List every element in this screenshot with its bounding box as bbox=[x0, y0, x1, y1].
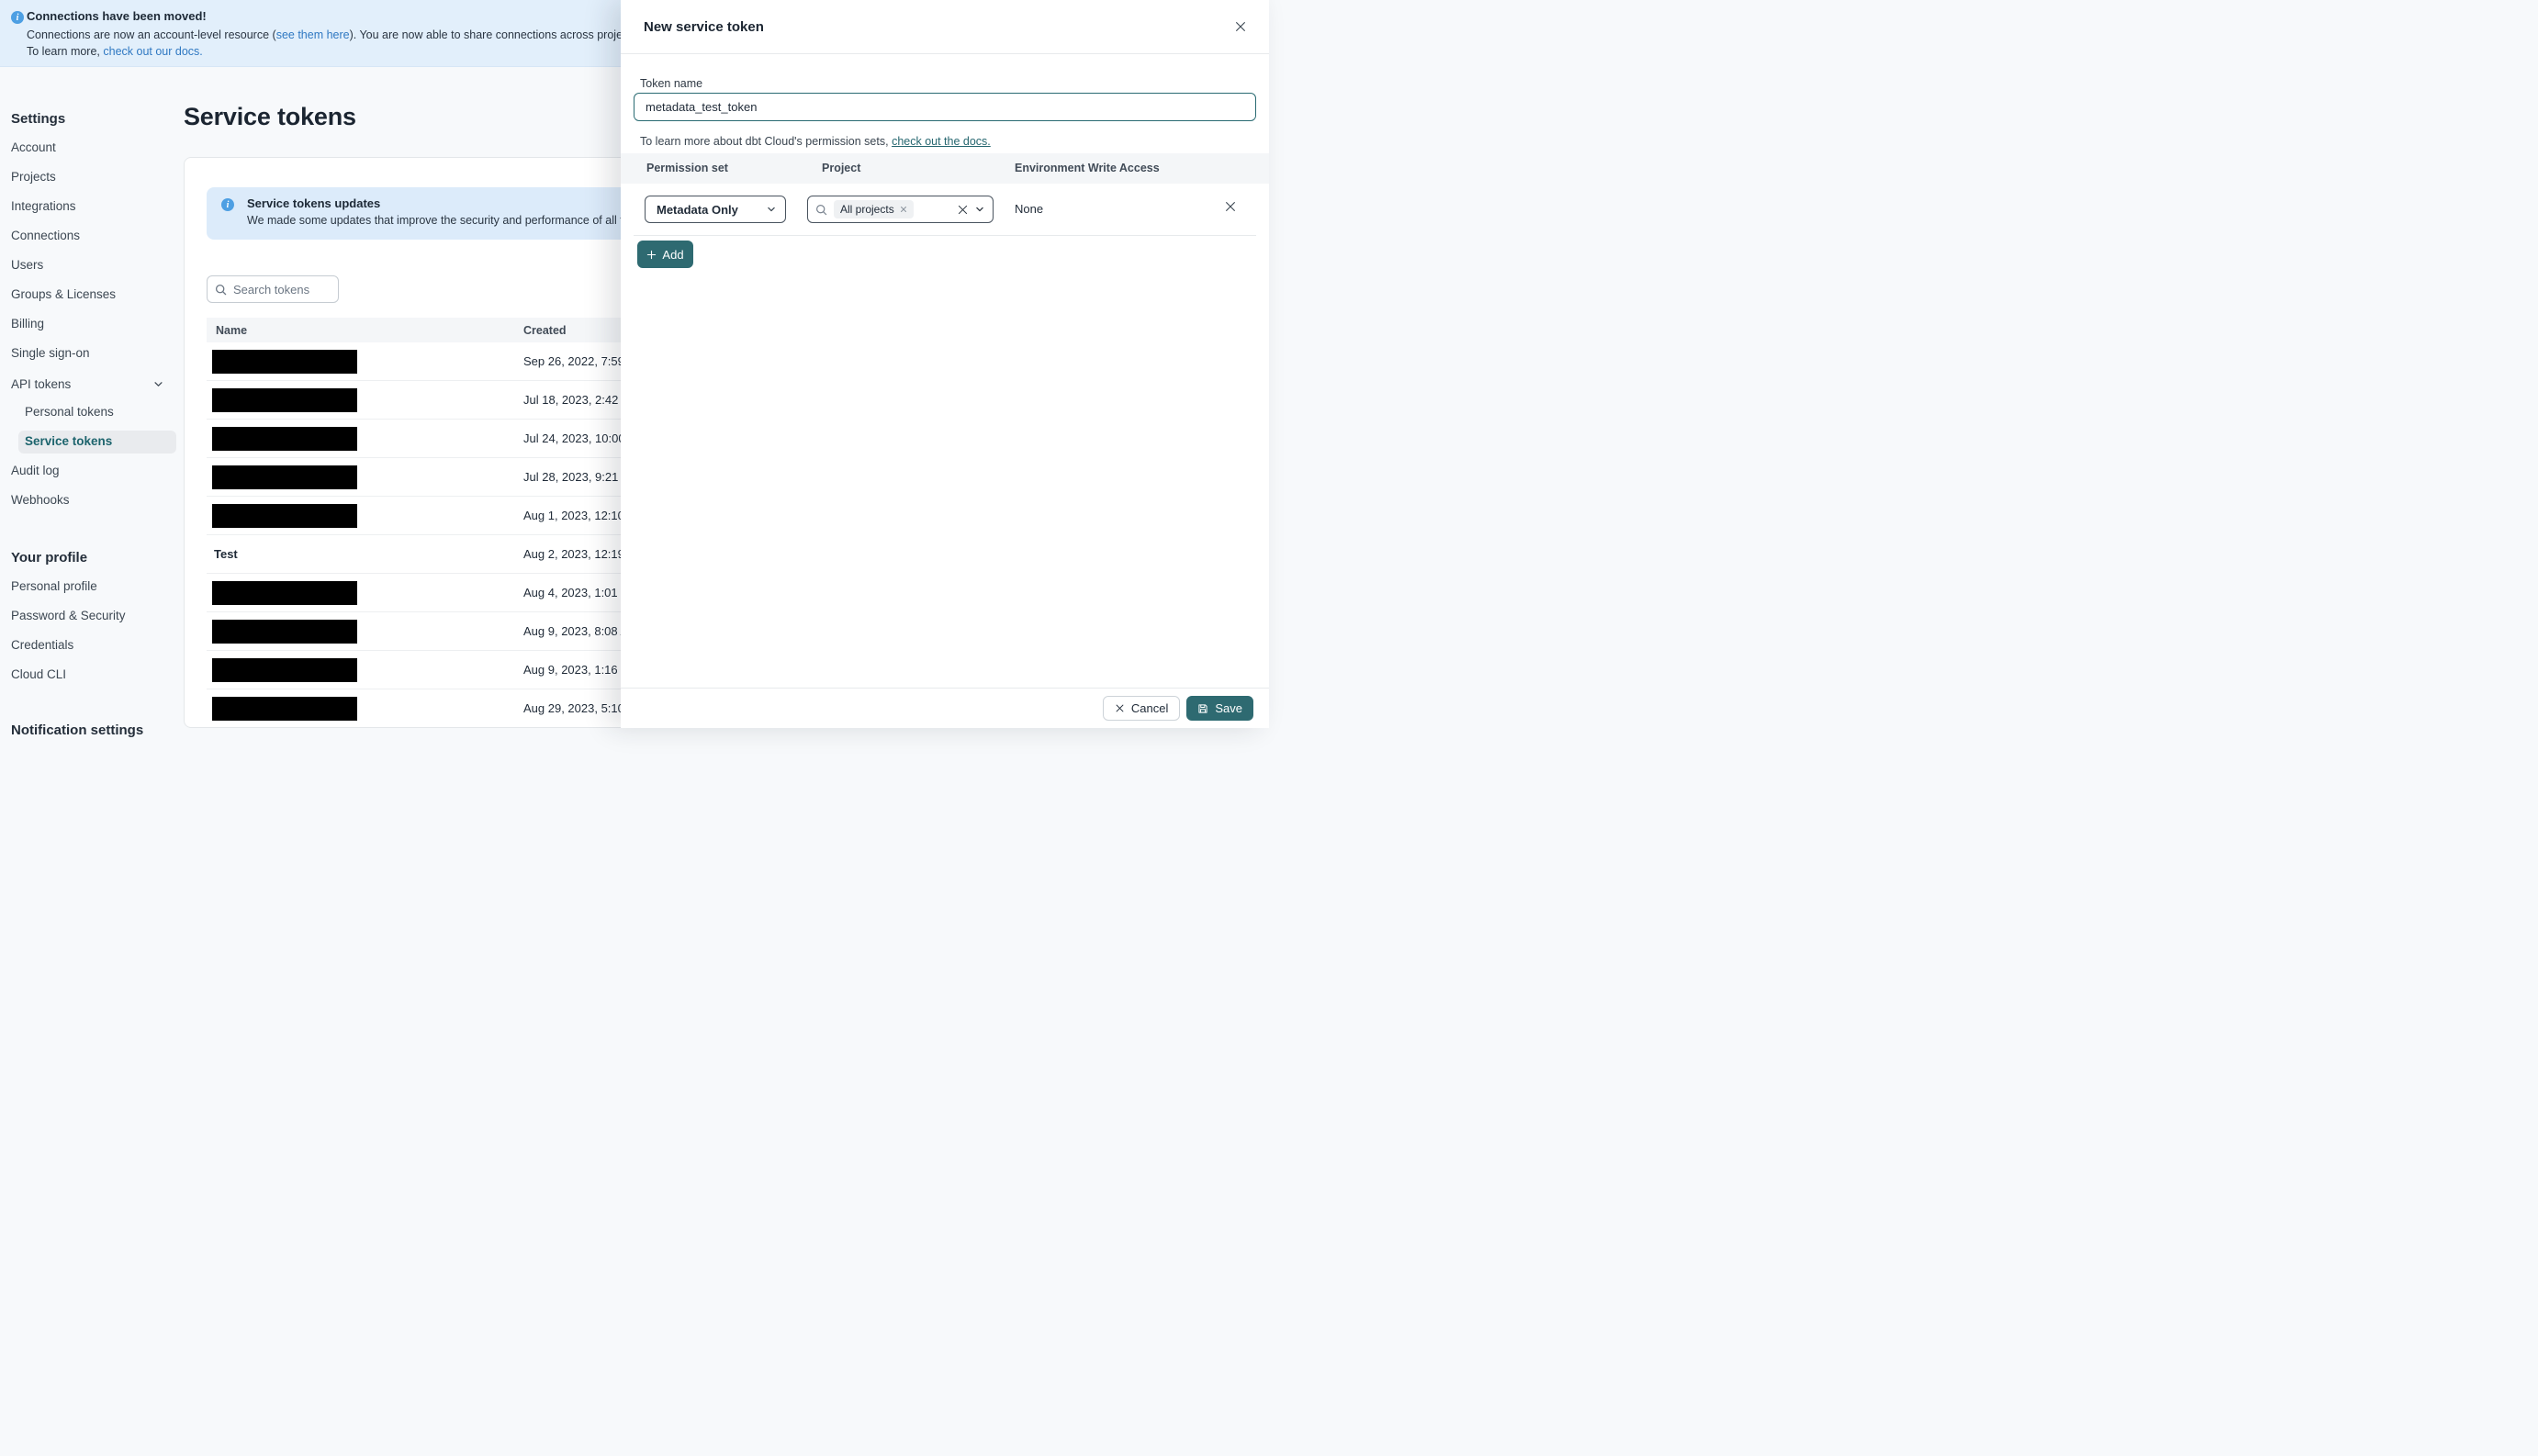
redacted-token-name bbox=[212, 657, 357, 682]
sidebar-item-credentials[interactable]: Credentials bbox=[11, 638, 184, 655]
drawer-header: New service token bbox=[621, 0, 1269, 54]
sidebar-item-webhooks[interactable]: Webhooks bbox=[11, 493, 184, 510]
info-icon: i bbox=[11, 11, 24, 24]
sidebar-item-cloud-cli[interactable]: Cloud CLI bbox=[11, 667, 184, 684]
sidebar-item-projects[interactable]: Projects bbox=[11, 170, 184, 186]
column-header-created: Created bbox=[523, 323, 567, 337]
check-out-the-docs-link[interactable]: check out the docs. bbox=[892, 135, 991, 148]
sidebar-heading-your-profile: Your profile bbox=[11, 550, 88, 566]
sidebar-item-single-sign-on[interactable]: Single sign-on bbox=[11, 346, 184, 363]
search-icon bbox=[815, 204, 827, 216]
divider bbox=[634, 235, 1256, 236]
settings-sidebar: Settings Account Projects Integrations C… bbox=[0, 67, 184, 752]
column-header-permission-set: Permission set bbox=[646, 162, 728, 174]
remove-row-icon[interactable] bbox=[1224, 200, 1237, 213]
redacted-token-name bbox=[212, 619, 357, 644]
sidebar-item-personal-tokens[interactable]: Personal tokens bbox=[25, 405, 184, 421]
new-service-token-drawer: New service token Token name To learn mo… bbox=[621, 0, 1269, 728]
clear-selection-icon[interactable] bbox=[957, 204, 969, 216]
project-chip-label: All projects bbox=[840, 203, 894, 216]
check-out-docs-link[interactable]: check out our docs. bbox=[103, 45, 202, 58]
chevron-down-icon[interactable] bbox=[975, 205, 984, 214]
sidebar-item-account[interactable]: Account bbox=[11, 140, 184, 157]
drawer-footer: Cancel Save bbox=[621, 688, 1269, 728]
dbt-cloud-settings-app: i Connections have been moved! Connectio… bbox=[0, 0, 1269, 738]
token-name: Test bbox=[214, 546, 238, 561]
page-title: Service tokens bbox=[184, 103, 356, 130]
column-header-project: Project bbox=[822, 162, 861, 174]
column-header-environment-write-access: Environment Write Access bbox=[1015, 162, 1160, 174]
add-permission-button[interactable]: Add bbox=[637, 241, 693, 268]
drawer-title: New service token bbox=[644, 18, 764, 35]
permission-set-value: Metadata Only bbox=[657, 202, 738, 217]
sidebar-item-users[interactable]: Users bbox=[11, 258, 184, 274]
column-header-name: Name bbox=[216, 323, 248, 337]
sidebar-heading-settings: Settings bbox=[11, 111, 66, 127]
close-icon bbox=[1115, 703, 1125, 713]
redacted-token-name bbox=[212, 696, 357, 721]
sidebar-item-connections[interactable]: Connections bbox=[11, 229, 184, 245]
permission-help-text: To learn more about dbt Cloud's permissi… bbox=[640, 135, 991, 148]
redacted-token-name bbox=[212, 349, 357, 374]
redacted-token-name bbox=[212, 387, 357, 412]
see-them-here-link[interactable]: see them here bbox=[276, 28, 350, 41]
search-tokens-box[interactable] bbox=[207, 275, 339, 303]
permission-set-select[interactable]: Metadata Only bbox=[645, 196, 786, 223]
redacted-token-name bbox=[212, 465, 357, 489]
chevron-down-icon bbox=[153, 379, 163, 389]
token-name-input[interactable] bbox=[634, 93, 1256, 121]
sidebar-item-billing[interactable]: Billing bbox=[11, 317, 184, 333]
search-icon bbox=[215, 284, 227, 296]
sidebar-heading-notification-settings: Notification settings bbox=[11, 722, 144, 738]
plus-icon bbox=[646, 250, 657, 260]
token-name-label: Token name bbox=[640, 77, 703, 90]
permission-grid-header: Permission set Project Environment Write… bbox=[621, 153, 1269, 184]
save-button[interactable]: Save bbox=[1186, 696, 1253, 721]
project-chip[interactable]: All projects bbox=[834, 200, 914, 218]
redacted-token-name bbox=[212, 503, 357, 528]
info-icon: i bbox=[221, 198, 234, 211]
chevron-down-icon bbox=[767, 205, 776, 214]
sidebar-item-audit-log[interactable]: Audit log bbox=[11, 464, 184, 480]
sidebar-item-service-tokens[interactable]: Service tokens bbox=[18, 431, 176, 454]
sidebar-item-integrations[interactable]: Integrations bbox=[11, 199, 184, 216]
redacted-token-name bbox=[212, 580, 357, 605]
sidebar-item-groups-licenses[interactable]: Groups & Licenses bbox=[11, 287, 184, 304]
remove-chip-icon[interactable] bbox=[900, 206, 907, 213]
close-icon[interactable] bbox=[1234, 20, 1247, 33]
project-multiselect[interactable]: All projects bbox=[807, 196, 994, 223]
redacted-token-name bbox=[212, 426, 357, 451]
save-icon bbox=[1197, 703, 1208, 714]
search-tokens-input[interactable] bbox=[233, 282, 331, 297]
cancel-button[interactable]: Cancel bbox=[1102, 696, 1181, 721]
sidebar-item-api-tokens[interactable]: API tokens bbox=[11, 375, 163, 392]
environment-write-access-value: None bbox=[1015, 202, 1044, 216]
sidebar-item-personal-profile[interactable]: Personal profile bbox=[11, 579, 184, 596]
sidebar-item-password-security[interactable]: Password & Security bbox=[11, 609, 184, 625]
